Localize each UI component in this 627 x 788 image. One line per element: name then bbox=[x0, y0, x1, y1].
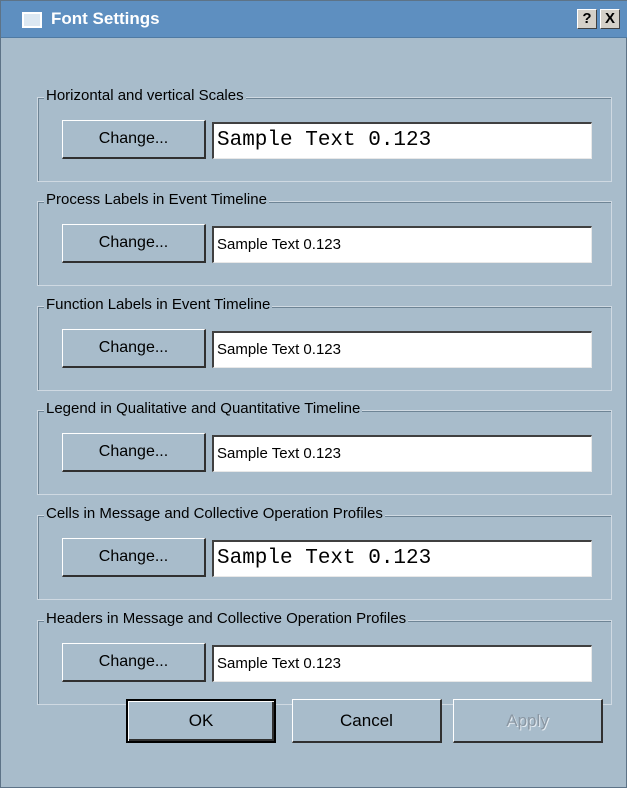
group-label: Headers in Message and Collective Operat… bbox=[44, 610, 409, 627]
change-button[interactable]: Change... bbox=[62, 224, 206, 263]
group-legend-timeline: Legend in Qualitative and Quantitative T… bbox=[37, 400, 612, 495]
change-button[interactable]: Change... bbox=[62, 120, 206, 159]
group-label: Cells in Message and Collective Operatio… bbox=[44, 505, 385, 522]
sample-text-preview: Sample Text 0.123 bbox=[212, 122, 592, 159]
sample-text-preview: Sample Text 0.123 bbox=[212, 435, 592, 472]
group-cells-profiles: Cells in Message and Collective Operatio… bbox=[37, 505, 612, 600]
group-label: Horizontal and vertical Scales bbox=[44, 87, 246, 104]
close-button[interactable]: X bbox=[600, 9, 620, 29]
title-bar[interactable]: Font Settings ? X bbox=[1, 1, 627, 38]
sample-text-preview: Sample Text 0.123 bbox=[212, 540, 592, 577]
group-label: Process Labels in Event Timeline bbox=[44, 191, 269, 208]
sample-text-preview: Sample Text 0.123 bbox=[212, 226, 592, 263]
change-button[interactable]: Change... bbox=[62, 538, 206, 577]
group-function-labels: Function Labels in Event Timeline Change… bbox=[37, 296, 612, 391]
cancel-button[interactable]: Cancel bbox=[292, 699, 442, 743]
font-settings-dialog: Font Settings ? X Horizontal and vertica… bbox=[0, 0, 627, 788]
group-headers-profiles: Headers in Message and Collective Operat… bbox=[37, 610, 612, 705]
window-title: Font Settings bbox=[51, 9, 160, 28]
change-button[interactable]: Change... bbox=[62, 643, 206, 682]
help-button[interactable]: ? bbox=[577, 9, 597, 29]
group-label: Function Labels in Event Timeline bbox=[44, 296, 273, 313]
change-button[interactable]: Change... bbox=[62, 329, 206, 368]
group-process-labels: Process Labels in Event Timeline Change.… bbox=[37, 191, 612, 286]
group-horizontal-vertical-scales: Horizontal and vertical Scales Change...… bbox=[37, 87, 612, 182]
sample-text-preview: Sample Text 0.123 bbox=[212, 331, 592, 368]
sample-text-preview: Sample Text 0.123 bbox=[212, 645, 592, 682]
group-label: Legend in Qualitative and Quantitative T… bbox=[44, 400, 363, 417]
ok-button[interactable]: OK bbox=[126, 699, 276, 743]
apply-button[interactable]: Apply bbox=[453, 699, 603, 743]
change-button[interactable]: Change... bbox=[62, 433, 206, 472]
window-icon bbox=[22, 12, 42, 28]
